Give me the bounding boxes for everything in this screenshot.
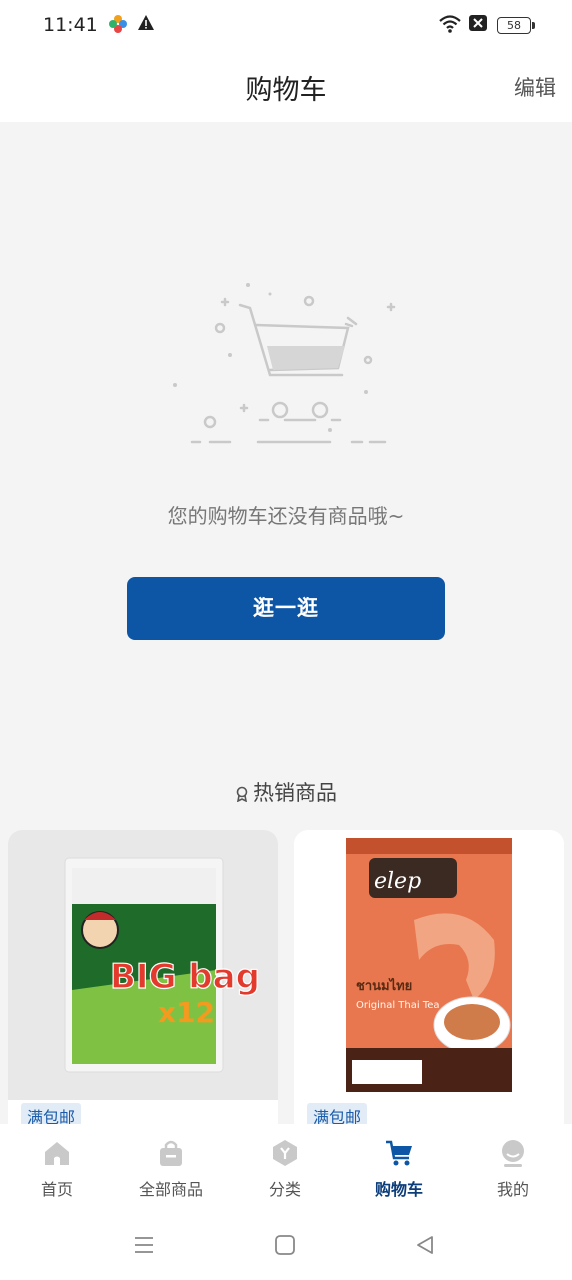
tab-all-products[interactable]: 全部商品 xyxy=(114,1124,228,1212)
warning-icon xyxy=(138,15,154,30)
wifi-icon xyxy=(439,15,461,33)
hot-products-heading: 热销商品 xyxy=(0,777,572,807)
tab-label: 分类 xyxy=(268,1180,301,1199)
product-image-caption: Original Thai Tea xyxy=(356,1000,440,1011)
product-image-brand: elep xyxy=(374,869,421,894)
tab-cart[interactable]: 购物车 xyxy=(342,1124,456,1212)
tab-label: 我的 xyxy=(496,1180,529,1199)
empty-cart-illustration xyxy=(173,283,396,444)
no-sim-icon xyxy=(469,15,487,31)
empty-cart-message: 您的购物车还没有商品哦~ xyxy=(167,504,405,528)
profile-icon xyxy=(502,1140,524,1167)
app-notification-icon xyxy=(109,15,127,33)
edit-button[interactable]: 编辑 xyxy=(514,72,556,102)
tab-home[interactable]: 首页 xyxy=(0,1124,114,1212)
product-image-badge: x12 xyxy=(158,996,215,1029)
product-card[interactable]: elep ชานมไทย Original Thai Tea 满包邮 xyxy=(294,830,564,1140)
page-title: 购物车 xyxy=(245,75,327,106)
tab-category[interactable]: 分类 xyxy=(228,1124,342,1212)
medal-icon xyxy=(236,786,248,802)
product-card[interactable]: BIG bag x12 满包邮 xyxy=(8,830,278,1140)
category-icon xyxy=(273,1140,297,1166)
status-time: 11:41 xyxy=(43,14,98,36)
tab-label: 首页 xyxy=(40,1180,73,1199)
back-icon[interactable] xyxy=(414,1234,436,1256)
header: 购物车 编辑 xyxy=(0,52,572,122)
hot-products-title: 热销商品 xyxy=(253,781,337,805)
product-image-title: BIG bag xyxy=(110,957,260,997)
bag-icon xyxy=(160,1140,182,1166)
tab-label: 购物车 xyxy=(374,1180,423,1199)
home-button-icon[interactable] xyxy=(274,1234,296,1256)
bottom-tab-bar: 首页 全部商品 分类 购物车 我的 xyxy=(0,1124,572,1212)
system-navigation-bar xyxy=(0,1212,572,1280)
product-image: elep ชานมไทย Original Thai Tea xyxy=(294,830,564,1100)
cart-icon xyxy=(386,1140,412,1166)
product-image-subtitle: ชานมไทย xyxy=(356,977,412,994)
status-bar: 11:41 58 xyxy=(0,0,572,52)
tab-profile[interactable]: 我的 xyxy=(456,1124,570,1212)
home-icon xyxy=(45,1142,69,1165)
menu-icon[interactable] xyxy=(133,1234,155,1256)
tab-label: 全部商品 xyxy=(138,1180,203,1199)
product-image: BIG bag x12 xyxy=(8,830,278,1100)
browse-button[interactable]: 逛一逛 xyxy=(127,577,445,640)
battery-indicator: 58 xyxy=(497,17,535,34)
